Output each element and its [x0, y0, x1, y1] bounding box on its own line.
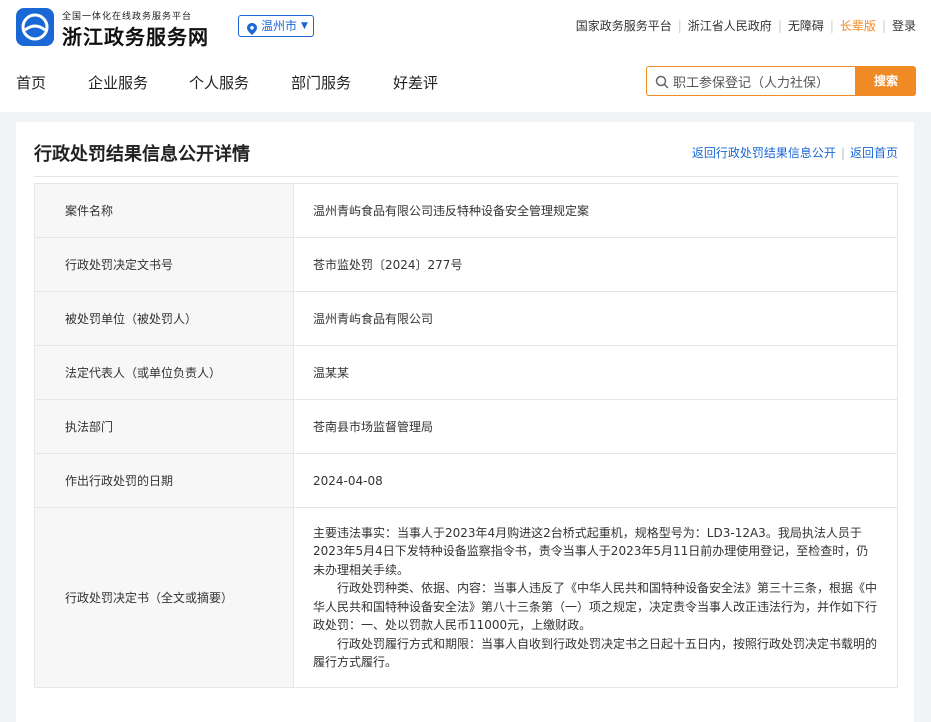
search-button[interactable]: 搜索 — [856, 66, 916, 96]
search-box — [646, 66, 856, 96]
row-label: 行政处罚决定文书号 — [34, 237, 294, 292]
row-value: 温某某 — [293, 345, 898, 400]
decision-paragraph: 主要违法事实：当事人于2023年4月购进这2台桥式起重机，规格型号为：LD3-1… — [313, 525, 869, 577]
link-national-platform[interactable]: 国家政务服务平台 — [576, 19, 672, 33]
divider: | — [829, 19, 834, 33]
back-to-list-link[interactable]: 返回行政处罚结果信息公开 — [692, 146, 836, 160]
back-to-home-link[interactable]: 返回首页 — [850, 146, 898, 160]
search-input[interactable] — [673, 71, 851, 91]
page-title: 行政处罚结果信息公开详情 — [34, 144, 250, 165]
table-row: 作出行政处罚的日期 2024-04-08 — [34, 453, 898, 508]
table-row: 行政处罚决定文书号 苍市监处罚〔2024〕277号 — [34, 237, 898, 292]
row-label: 作出行政处罚的日期 — [34, 453, 294, 508]
nav-enterprise-services[interactable]: 企业服务 — [88, 72, 148, 93]
location-pin-icon — [247, 21, 257, 41]
nav-personal-services[interactable]: 个人服务 — [189, 72, 249, 93]
nav-evaluation[interactable]: 好差评 — [393, 72, 438, 93]
row-value: 温州青屿食品有限公司违反特种设备安全管理规定案 — [293, 183, 898, 238]
row-value: 苍市监处罚〔2024〕277号 — [293, 237, 898, 292]
city-selector[interactable]: 温州市 ▼ — [238, 15, 314, 37]
row-value: 2024-04-08 — [293, 453, 898, 508]
detail-table: 案件名称 温州青屿食品有限公司违反特种设备安全管理规定案 行政处罚决定文书号 苍… — [34, 183, 898, 688]
table-row: 法定代表人（或单位负责人） 温某某 — [34, 345, 898, 400]
chevron-down-icon: ▼ — [301, 21, 308, 31]
row-value: 苍南县市场监督管理局 — [293, 399, 898, 454]
divider: | — [677, 19, 682, 33]
row-label: 行政处罚决定书（全文或摘要） — [34, 507, 294, 688]
row-label: 法定代表人（或单位负责人） — [34, 345, 294, 400]
table-row: 被处罚单位（被处罚人） 温州青屿食品有限公司 — [34, 291, 898, 346]
divider: | — [777, 19, 782, 33]
logo-title[interactable]: 浙江政务服务网 — [62, 21, 209, 50]
site-logo-icon[interactable] — [16, 8, 54, 46]
nav-home[interactable]: 首页 — [16, 72, 46, 93]
table-row: 执法部门 苍南县市场监督管理局 — [34, 399, 898, 454]
row-value: 温州青屿食品有限公司 — [293, 291, 898, 346]
decision-paragraph: 行政处罚种类、依据、内容：当事人违反了《中华人民共和国特种设备安全法》第三十三条… — [313, 581, 878, 632]
title-divider — [34, 176, 898, 177]
search-icon — [655, 74, 669, 93]
city-label: 温州市 — [261, 19, 298, 33]
divider: | — [840, 146, 845, 160]
decision-text: 主要违法事实：当事人于2023年4月购进这2台桥式起重机，规格型号为：LD3-1… — [293, 507, 898, 688]
link-elder-version[interactable]: 长辈版 — [840, 19, 876, 33]
page-links: 返回行政处罚结果信息公开 | 返回首页 — [692, 144, 898, 161]
link-accessibility[interactable]: 无障碍 — [788, 19, 824, 33]
decision-paragraph: 行政处罚履行方式和期限：当事人自收到行政处罚决定书之日起十五日内，按照行政处罚决… — [313, 636, 878, 670]
link-zhejiang-gov[interactable]: 浙江省人民政府 — [688, 19, 772, 33]
row-label: 被处罚单位（被处罚人） — [34, 291, 294, 346]
row-label: 案件名称 — [34, 183, 294, 238]
row-label: 执法部门 — [34, 399, 294, 454]
login-link[interactable]: 登录 — [892, 19, 916, 33]
top-links: 国家政务服务平台 | 浙江省人民政府 | 无障碍 | 长辈版 | 登录 — [576, 17, 916, 34]
nav-department-services[interactable]: 部门服务 — [291, 72, 351, 93]
divider: | — [881, 19, 886, 33]
table-row: 行政处罚决定书（全文或摘要） 主要违法事实：当事人于2023年4月购进这2台桥式… — [34, 507, 898, 688]
table-row: 案件名称 温州青屿食品有限公司违反特种设备安全管理规定案 — [34, 183, 898, 238]
